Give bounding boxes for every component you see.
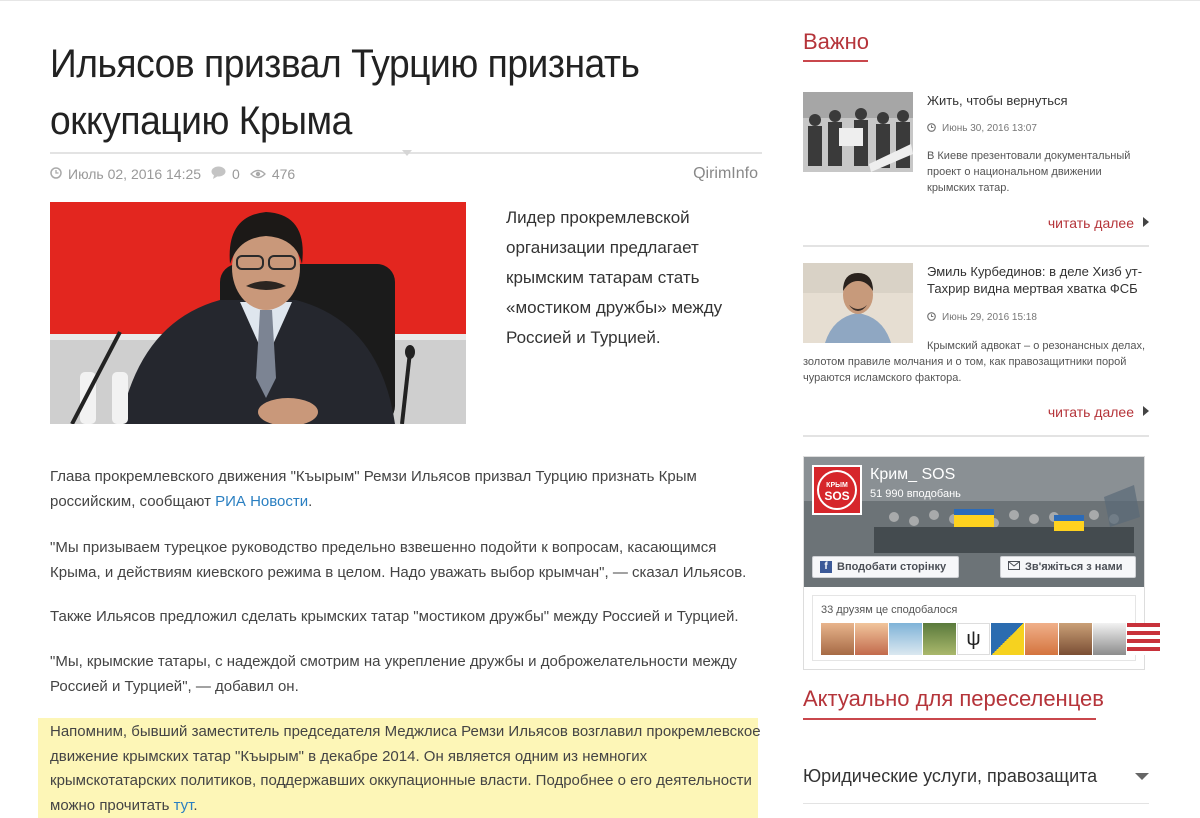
friend-avatar[interactable]	[1025, 623, 1058, 655]
read-more-link[interactable]: тут	[174, 797, 194, 814]
accordion-label: Юридические услуги, правозащита	[803, 766, 1098, 786]
news-date: Июнь 30, 2016 13:07	[927, 123, 1037, 134]
like-page-button[interactable]: f Вподобати сторінку	[812, 556, 959, 578]
news-date: Июнь 29, 2016 15:18	[927, 312, 1037, 323]
friend-avatar[interactable]	[923, 623, 956, 655]
paragraph-text: Напомним, бывший заместитель председател…	[50, 723, 761, 814]
meta-divider-notch	[402, 150, 412, 156]
eye-icon	[249, 166, 266, 182]
paragraph-punct: .	[308, 492, 313, 510]
news-thumbnail[interactable]	[803, 92, 913, 172]
news-date-text: Июнь 29, 2016 15:18	[942, 312, 1037, 323]
article-source[interactable]: QirimInfo	[693, 165, 758, 183]
news-description: В Киеве презентовали документальный прое…	[927, 150, 1131, 194]
heading-underline	[803, 718, 1096, 720]
friend-avatar[interactable]	[1093, 623, 1126, 655]
friend-avatar[interactable]	[1127, 623, 1160, 655]
article-paragraph: "Мы призываем турецкое руководство преде…	[50, 539, 747, 581]
chevron-down-icon	[1135, 773, 1149, 780]
important-heading: Важно	[803, 29, 870, 54]
paragraph-text: Глава прокремлевского движения "Къырым" …	[50, 468, 697, 510]
accordion-legal-services[interactable]: Юридические услуги, правозащита	[803, 766, 1149, 790]
article-photo	[50, 202, 466, 424]
contact-us-button[interactable]: Зв'яжіться з нами	[1000, 556, 1136, 578]
logo-text-top: КРЫМ	[826, 482, 848, 489]
top-divider	[0, 0, 1200, 1]
trident-avatar[interactable]: ψ	[957, 623, 990, 655]
read-more-label: читать далее	[1047, 215, 1134, 231]
comment-count[interactable]: 0	[232, 166, 240, 182]
friend-avatar[interactable]	[1059, 623, 1092, 655]
article-paragraph: Также Ильясов предложил сделать крымских…	[50, 608, 739, 625]
clock-icon	[927, 123, 936, 132]
clock-icon	[927, 312, 936, 321]
paragraph-punct: .	[193, 796, 198, 814]
like-page-label: Вподобати сторінку	[837, 561, 947, 573]
article-paragraph: Глава прокремлевского движения "Къырым" …	[50, 465, 762, 514]
news-divider	[803, 435, 1149, 437]
article-paragraph-highlighted: Напомним, бывший заместитель председател…	[50, 720, 762, 818]
contact-us-label: Зв'яжіться з нами	[1025, 561, 1123, 573]
facebook-icon: f	[820, 561, 832, 573]
facebook-page-name[interactable]: Крим_ SOS	[870, 466, 955, 484]
facebook-page-widget: КРЫМ SOS Крим_ SOS 51 990 вподобань f Вп…	[803, 456, 1160, 670]
friend-avatar[interactable]	[821, 623, 854, 655]
facebook-likes-count: 51 990 вподобань	[870, 488, 961, 500]
facebook-friends-box: 33 друзям це сподобалося ψ	[812, 595, 1160, 661]
arrow-right-icon	[1143, 406, 1149, 416]
read-more-button[interactable]: читать далее	[1048, 215, 1149, 231]
envelope-icon	[1008, 561, 1020, 573]
friends-like-text: 33 друзям це сподобалося	[821, 604, 958, 616]
view-count: 476	[271, 166, 296, 182]
logo-text-bottom: SOS	[824, 489, 849, 503]
read-more-label: читать далее	[1047, 404, 1134, 420]
arrow-right-icon	[1143, 217, 1149, 227]
clock-icon	[50, 166, 62, 182]
news-title[interactable]: Жить, чтобы вернуться	[927, 92, 1149, 109]
comment-icon[interactable]	[211, 166, 226, 182]
read-more-button[interactable]: читать далее	[1048, 404, 1149, 420]
accordion-divider	[803, 803, 1149, 804]
news-title[interactable]: Эмиль Курбединов: в деле Хизб ут-Тахрир …	[927, 263, 1149, 297]
article-lead: Лидер прокремлевской организации предлаг…	[506, 208, 723, 347]
friend-avatar[interactable]	[855, 623, 888, 655]
heading-underline	[803, 60, 868, 62]
article-paragraph: "Мы, крымские татары, с надеждой смотрим…	[50, 653, 737, 695]
friend-avatars: ψ	[821, 623, 1160, 655]
article-meta: Июль 02, 2016 14:25 0 476 QirimInfo	[50, 164, 758, 184]
friend-avatar[interactable]	[889, 623, 922, 655]
ria-novosti-link[interactable]: РИА Новости	[215, 493, 308, 510]
krym-sos-logo[interactable]: КРЫМ SOS	[812, 465, 862, 515]
news-description: Крымский адвокат – о резонансных делах, …	[803, 340, 1145, 384]
news-divider	[803, 245, 1149, 247]
resettlers-heading: Актуально для переселенцев	[803, 686, 1104, 711]
news-thumbnail[interactable]	[803, 263, 913, 343]
news-date-text: Июнь 30, 2016 13:07	[942, 123, 1037, 134]
article-date: Июль 02, 2016 14:25	[68, 166, 202, 182]
friend-avatar[interactable]	[991, 623, 1024, 655]
article-title: Ильясов призвал Турцию признать оккупаци…	[50, 42, 640, 143]
